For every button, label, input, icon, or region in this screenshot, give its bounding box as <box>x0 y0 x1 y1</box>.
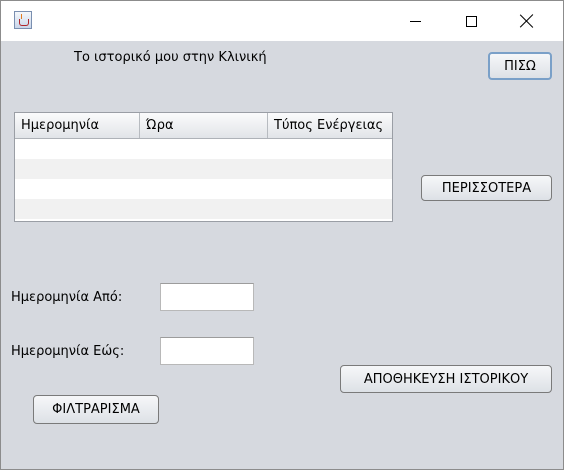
save-history-button[interactable]: ΑΠΟΘΗΚΕΥΣΗ ΙΣΤΟΡΙΚΟΥ <box>340 365 552 393</box>
column-header-time[interactable]: Ώρα <box>140 113 268 138</box>
close-icon <box>520 14 534 28</box>
table-header: Ημερομηνία Ώρα Τύπος Ενέργειας <box>15 113 392 139</box>
date-from-input[interactable] <box>160 283 254 311</box>
date-to-label: Ημερομηνία Εώς: <box>11 344 125 359</box>
maximize-icon <box>465 15 477 27</box>
back-button[interactable]: ΠΙΣΩ <box>488 52 552 80</box>
table-row[interactable] <box>15 159 392 179</box>
minimize-button[interactable] <box>387 1 443 41</box>
date-from-label: Ημερομηνία Από: <box>11 290 123 305</box>
page-title: Το ιστορικό μου στην Κλινική <box>74 50 267 65</box>
history-table: Ημερομηνία Ώρα Τύπος Ενέργειας <box>14 112 393 222</box>
table-row[interactable] <box>15 139 392 159</box>
table-body[interactable] <box>15 139 392 219</box>
minimize-icon <box>409 20 421 22</box>
date-to-input[interactable] <box>160 337 254 365</box>
column-header-action-type[interactable]: Τύπος Ενέργειας <box>268 113 392 138</box>
column-header-date[interactable]: Ημερομηνία <box>15 113 140 138</box>
more-button[interactable]: ΠΕΡΙΣΣΟΤΕΡΑ <box>421 175 552 201</box>
app-window: Το ιστορικό μου στην Κλινική ΠΙΣΩ Ημερομ… <box>0 0 564 470</box>
maximize-button[interactable] <box>443 1 499 41</box>
table-row[interactable] <box>15 199 392 219</box>
filter-button[interactable]: ΦΙΛΤΡΑΡΙΣΜΑ <box>33 395 159 424</box>
cup-shape <box>19 19 29 26</box>
close-button[interactable] <box>499 1 555 41</box>
java-cup-icon[interactable] <box>14 11 32 29</box>
title-bar <box>1 1 563 41</box>
table-row[interactable] <box>15 179 392 199</box>
